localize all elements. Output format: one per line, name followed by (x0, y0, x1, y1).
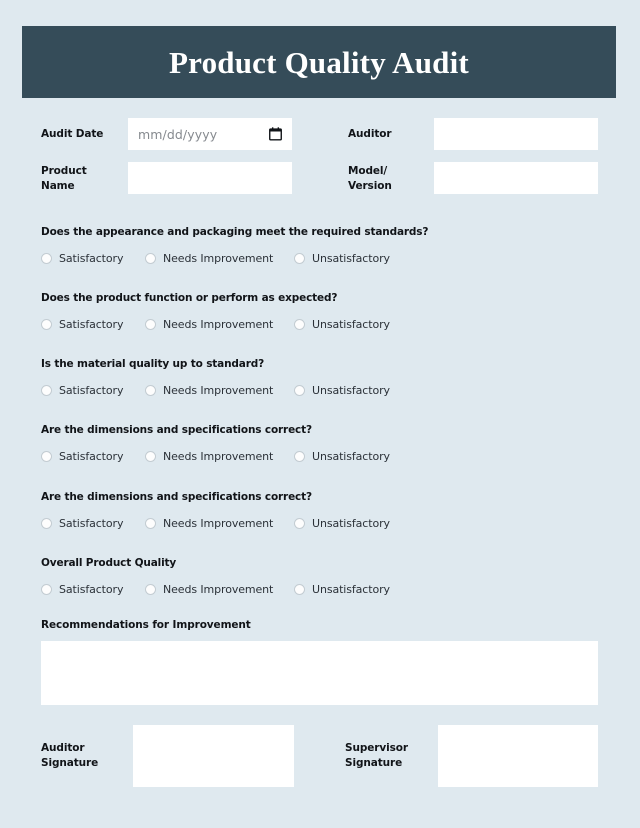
audit-form-page: Product Quality Audit Audit Date mm/dd/y… (0, 0, 640, 828)
question-label-dimensions1: Are the dimensions and specifications co… (41, 424, 312, 436)
radio-label: Satisfactory (59, 251, 124, 265)
radio-dot-icon[interactable] (294, 450, 305, 462)
calendar-icon[interactable] (269, 127, 282, 141)
question-label-material: Is the material quality up to standard? (41, 358, 265, 370)
recommendations-textarea[interactable] (41, 641, 598, 705)
auditor-signature-box[interactable] (133, 725, 294, 787)
radio-label: Satisfactory (59, 383, 124, 397)
auditor-label: Auditor (348, 128, 392, 140)
page-title: Product Quality Audit (169, 44, 469, 80)
radio-dot-icon[interactable] (145, 583, 156, 595)
radio-label: Unsatisfactory (312, 251, 390, 265)
question-label-dimensions2: Are the dimensions and specifications co… (41, 491, 312, 503)
radio-dimensions2-needs-improvement[interactable]: Needs Improvement (145, 515, 273, 531)
radio-label: Satisfactory (59, 582, 124, 596)
auditor-signature-label: Auditor Signature (41, 742, 99, 769)
radio-dot-icon[interactable] (145, 384, 156, 396)
product-name-label: Product Name (41, 165, 87, 192)
radio-dot-icon[interactable] (145, 450, 156, 462)
radio-dot-icon[interactable] (294, 318, 305, 330)
radio-dimensions2-satisfactory[interactable]: Satisfactory (41, 515, 123, 531)
radio-dot-icon[interactable] (145, 252, 156, 264)
radio-dot-icon[interactable] (145, 318, 156, 330)
radio-label: Unsatisfactory (312, 383, 390, 397)
radio-label: Satisfactory (59, 516, 124, 530)
radio-dot-icon[interactable] (294, 583, 305, 595)
supervisor-signature-box[interactable] (438, 725, 598, 787)
question-label-function: Does the product function or perform as … (41, 292, 338, 304)
supervisor-signature-label: Supervisor Signature (345, 742, 408, 769)
radio-appearance-satisfactory[interactable]: Satisfactory (41, 250, 123, 266)
radio-dot-icon[interactable] (294, 384, 305, 396)
radio-label: Unsatisfactory (312, 582, 390, 596)
radio-dot-icon[interactable] (41, 252, 52, 264)
radio-label: Needs Improvement (163, 516, 274, 530)
product-name-input[interactable] (128, 162, 292, 194)
radio-material-needs-improvement[interactable]: Needs Improvement (145, 382, 273, 398)
question-label-appearance: Does the appearance and packaging meet t… (41, 226, 429, 238)
form-header-banner: Product Quality Audit (22, 26, 616, 98)
radio-overall-unsatisfactory[interactable]: Unsatisfactory (294, 581, 390, 597)
radio-label: Unsatisfactory (312, 449, 390, 463)
radio-dot-icon[interactable] (294, 517, 305, 529)
radio-dot-icon[interactable] (41, 450, 52, 462)
radio-overall-needs-improvement[interactable]: Needs Improvement (145, 581, 273, 597)
radio-function-satisfactory[interactable]: Satisfactory (41, 316, 123, 332)
radio-function-unsatisfactory[interactable]: Unsatisfactory (294, 316, 390, 332)
radio-label: Unsatisfactory (312, 317, 390, 331)
radio-label: Satisfactory (59, 317, 124, 331)
radio-dot-icon[interactable] (41, 517, 52, 529)
audit-date-placeholder: mm/dd/yyyy (138, 126, 218, 142)
radio-dot-icon[interactable] (41, 318, 52, 330)
model-version-label: Model/ Version (348, 165, 392, 192)
radio-dimensions1-satisfactory[interactable]: Satisfactory (41, 448, 123, 464)
radio-material-unsatisfactory[interactable]: Unsatisfactory (294, 382, 390, 398)
radio-label: Needs Improvement (163, 582, 274, 596)
radio-label: Unsatisfactory (312, 516, 390, 530)
radio-label: Needs Improvement (163, 449, 274, 463)
radio-dimensions1-needs-improvement[interactable]: Needs Improvement (145, 448, 273, 464)
radio-dot-icon[interactable] (145, 517, 156, 529)
auditor-input[interactable] (434, 118, 598, 150)
model-version-input[interactable] (434, 162, 598, 194)
radio-label: Needs Improvement (163, 317, 274, 331)
radio-dimensions2-unsatisfactory[interactable]: Unsatisfactory (294, 515, 390, 531)
recommendations-label: Recommendations for Improvement (41, 619, 251, 631)
radio-dimensions1-unsatisfactory[interactable]: Unsatisfactory (294, 448, 390, 464)
audit-date-input[interactable]: mm/dd/yyyy (128, 118, 292, 150)
audit-date-label: Audit Date (41, 128, 104, 140)
radio-label: Needs Improvement (163, 251, 274, 265)
radio-dot-icon[interactable] (41, 583, 52, 595)
radio-label: Needs Improvement (163, 383, 274, 397)
radio-label: Satisfactory (59, 449, 124, 463)
question-label-overall: Overall Product Quality (41, 557, 177, 569)
radio-dot-icon[interactable] (294, 252, 305, 264)
radio-dot-icon[interactable] (41, 384, 52, 396)
radio-material-satisfactory[interactable]: Satisfactory (41, 382, 123, 398)
radio-overall-satisfactory[interactable]: Satisfactory (41, 581, 123, 597)
radio-appearance-needs-improvement[interactable]: Needs Improvement (145, 250, 273, 266)
radio-appearance-unsatisfactory[interactable]: Unsatisfactory (294, 250, 390, 266)
radio-function-needs-improvement[interactable]: Needs Improvement (145, 316, 273, 332)
